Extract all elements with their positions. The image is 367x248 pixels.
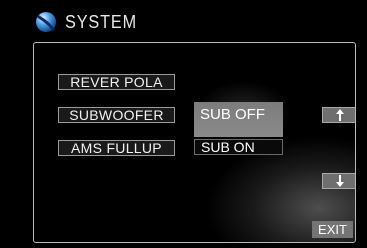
sub-off-option[interactable]: SUB OFF — [194, 102, 283, 137]
rever-pola-button[interactable]: REVER POLA — [58, 74, 175, 90]
exit-button[interactable]: EXIT — [312, 221, 353, 238]
system-screen: SYSTEM REVER POLA SUBWOOFER AMS FULLUP S… — [0, 0, 367, 248]
subwoofer-button[interactable]: SUBWOOFER — [58, 107, 175, 123]
scroll-up-button[interactable] — [322, 107, 355, 123]
header: SYSTEM — [35, 9, 145, 35]
scroll-down-button[interactable] — [322, 173, 355, 189]
page-title: SYSTEM — [65, 11, 138, 32]
ams-fullup-button[interactable]: AMS FULLUP — [58, 140, 175, 156]
sub-on-option[interactable]: SUB ON — [194, 139, 283, 155]
settings-panel: REVER POLA SUBWOOFER AMS FULLUP SUB OFF … — [33, 42, 356, 243]
system-globe-icon — [35, 11, 57, 33]
